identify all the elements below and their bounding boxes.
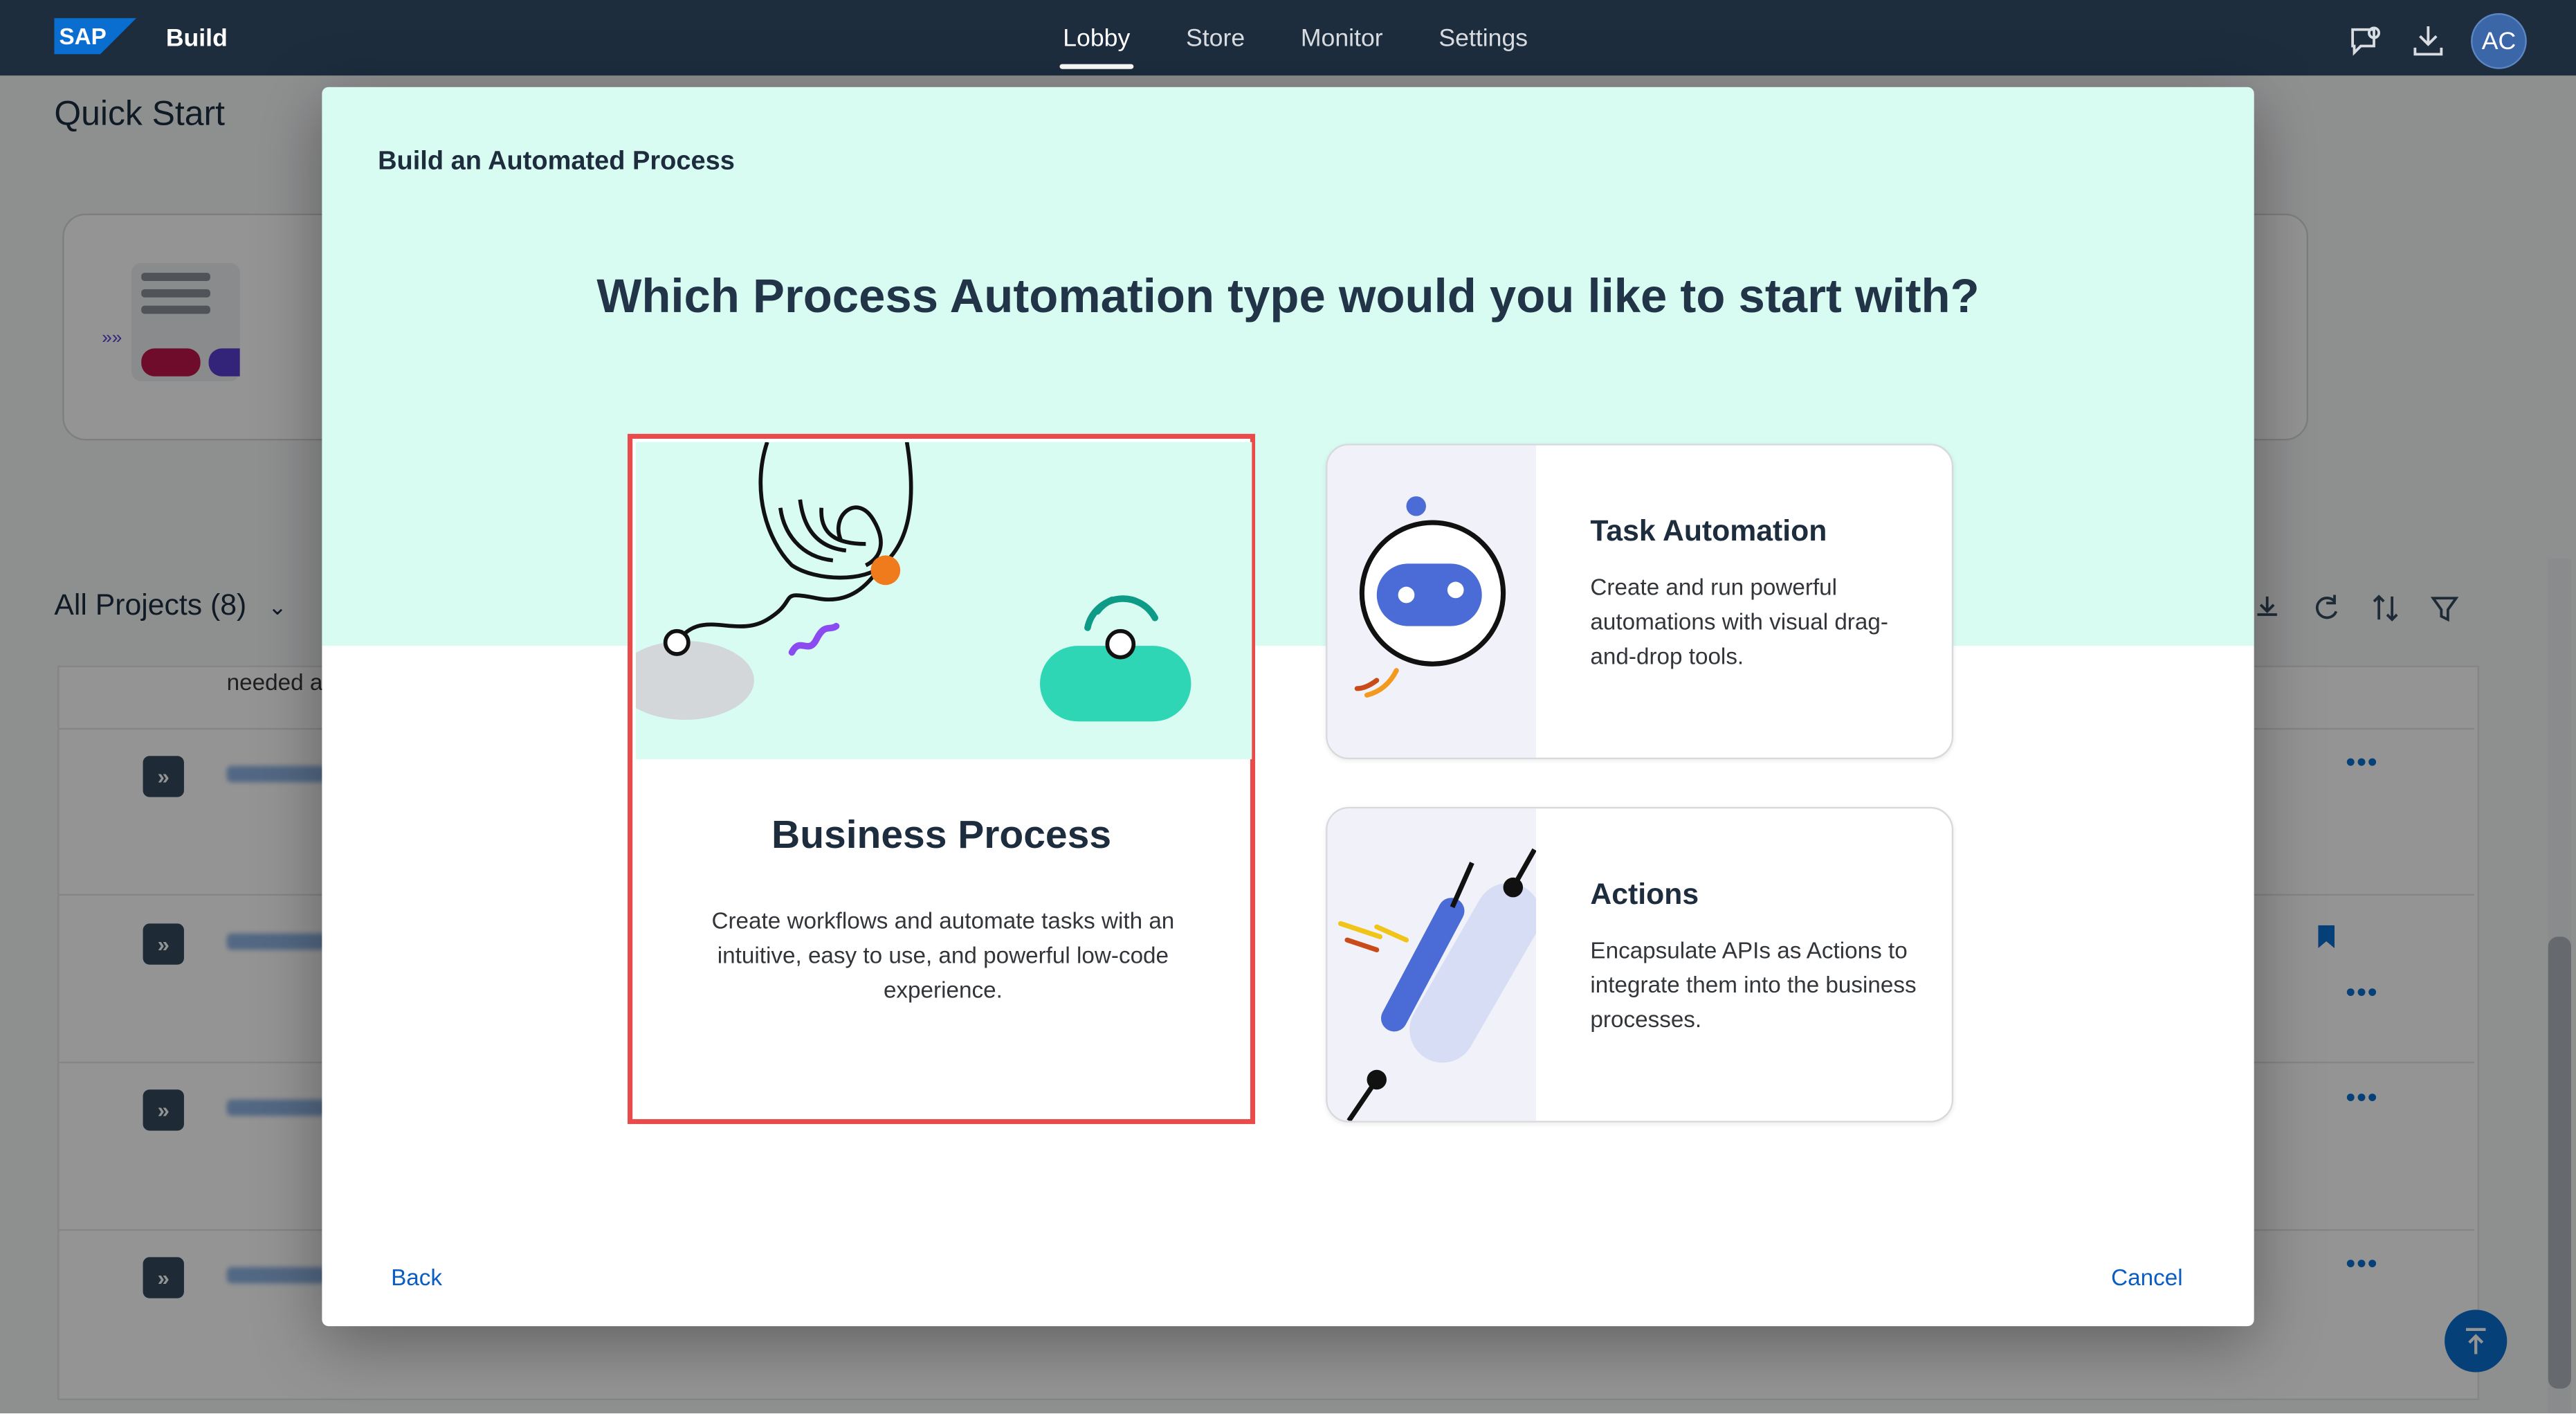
shell-nav: Lobby Store Monitor Settings: [1035, 0, 1556, 75]
user-avatar[interactable]: AC: [2471, 12, 2527, 69]
cancel-button[interactable]: Cancel: [2111, 1264, 2183, 1290]
automated-process-dialog: Build an Automated Process Which Process…: [322, 87, 2254, 1327]
dialog-title: Build an Automated Process: [378, 147, 735, 176]
feedback-icon[interactable]: [2346, 21, 2386, 61]
svg-text:SAP: SAP: [59, 24, 106, 50]
task-automation-card[interactable]: Task Automation Create and run powerful …: [1326, 444, 1954, 759]
back-button[interactable]: Back: [391, 1264, 442, 1290]
nav-settings[interactable]: Settings: [1411, 0, 1555, 75]
business-process-card[interactable]: Business Process Create workflows and au…: [628, 433, 1256, 1125]
task-automation-illustration: [1327, 445, 1537, 758]
business-process-title: Business Process: [771, 813, 1112, 858]
business-process-description: Create workflows and automate tasks with…: [711, 907, 1175, 1003]
hand-connect-illustration: [635, 442, 1191, 722]
task-automation-description: Create and run powerful automations with…: [1590, 573, 1888, 669]
shell-bar: SAP Build Lobby Store Monitor Settings A…: [0, 0, 2576, 76]
task-automation-title: Task Automation: [1590, 514, 1827, 547]
robot-icon: [1354, 496, 1506, 698]
sap-logo[interactable]: SAP: [54, 18, 137, 55]
connector-icon: [1337, 848, 1542, 1121]
dialog-question: Which Process Automation type would you …: [596, 271, 1980, 324]
actions-card[interactable]: Actions Encapsulate APIs as Actions to i…: [1326, 806, 1954, 1123]
actions-illustration: [1327, 808, 1542, 1121]
nav-lobby[interactable]: Lobby: [1035, 0, 1158, 75]
nav-store[interactable]: Store: [1158, 0, 1273, 75]
product-name: Build: [165, 24, 228, 53]
nav-monitor[interactable]: Monitor: [1273, 0, 1412, 75]
actions-description: Encapsulate APIs as Actions to integrate…: [1590, 936, 1917, 1033]
shell-actions: AC: [2346, 12, 2527, 69]
download-icon[interactable]: [2409, 21, 2448, 61]
page-root: SAP Build Lobby Store Monitor Settings A…: [0, 0, 2576, 1413]
business-process-illustration: [635, 442, 1252, 759]
actions-title: Actions: [1590, 877, 1699, 911]
